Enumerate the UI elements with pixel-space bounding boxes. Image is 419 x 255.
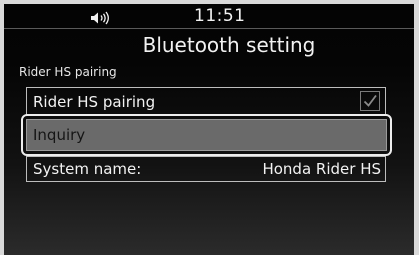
status-bar: 11:51 xyxy=(4,4,414,28)
focus-ring: Inquiry xyxy=(21,114,392,156)
section-label: Rider HS pairing xyxy=(19,65,117,79)
clock: 11:51 xyxy=(194,6,246,26)
system-name-row[interactable]: System name: Honda Rider HS xyxy=(26,156,386,182)
rider-hs-pairing-row[interactable]: Rider HS pairing xyxy=(26,87,386,116)
checkmark-icon xyxy=(363,94,377,107)
inquiry-row[interactable]: Inquiry xyxy=(26,119,387,151)
system-name-value: Honda Rider HS xyxy=(262,160,381,178)
device-bezel: 11:51 Bluetooth setting Rider HS pairing… xyxy=(0,0,419,255)
display-screen: 11:51 Bluetooth setting Rider HS pairing… xyxy=(4,4,414,255)
speaker-volume-icon xyxy=(90,10,112,25)
rider-hs-pairing-label: Rider HS pairing xyxy=(33,92,156,111)
rider-hs-pairing-checkbox[interactable] xyxy=(360,91,380,111)
system-name-label: System name: xyxy=(33,160,142,178)
inquiry-label: Inquiry xyxy=(33,126,86,144)
header-divider xyxy=(4,28,414,29)
page-title: Bluetooth setting xyxy=(142,33,316,57)
